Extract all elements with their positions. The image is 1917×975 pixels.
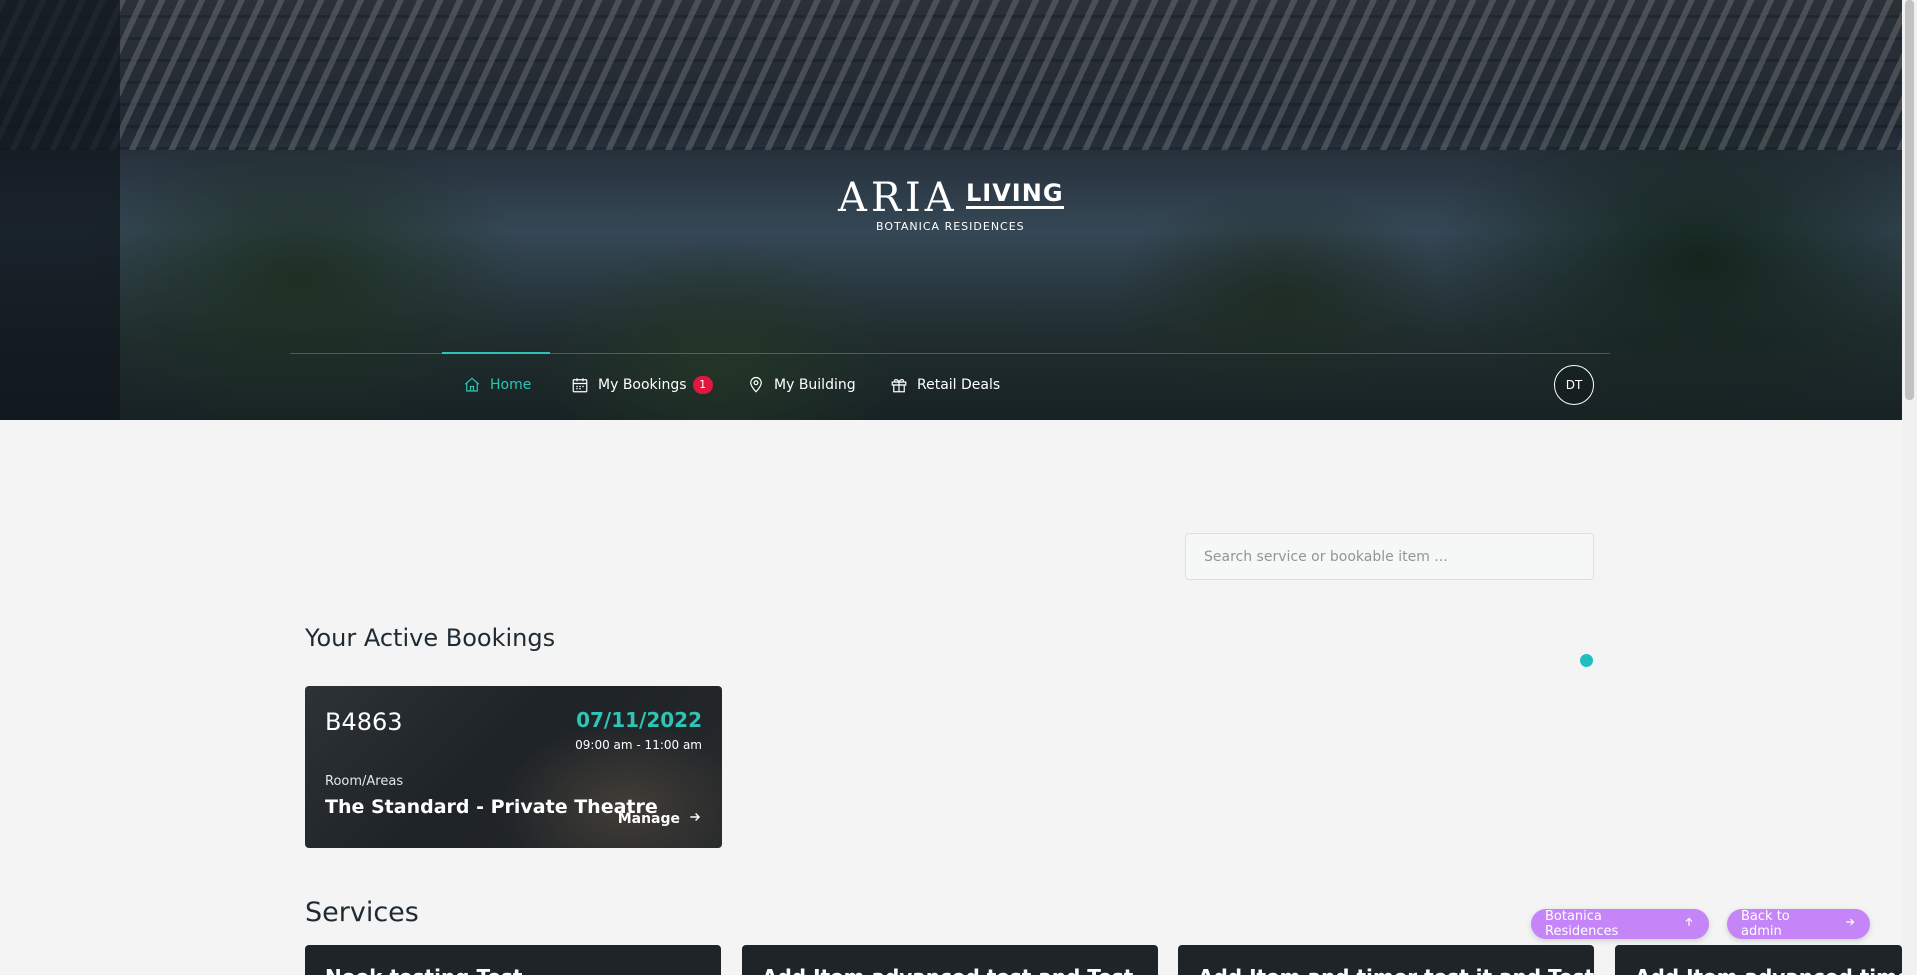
page-scrollbar[interactable] (1902, 0, 1917, 975)
service-card-title: Add Item advanced test and Test (762, 965, 1133, 975)
brand-name-living: LIVING (966, 179, 1064, 209)
arrow-right-icon (1844, 916, 1856, 932)
back-to-admin-label: Back to admin (1741, 909, 1790, 939)
gift-icon (889, 375, 909, 395)
manage-booking-link[interactable]: Manage (618, 810, 702, 828)
back-to-admin-button[interactable]: Back to admin (1727, 909, 1870, 939)
services-heading: Services (305, 897, 419, 928)
booking-card[interactable]: B4863 07/11/2022 09:00 am - 11:00 am Roo… (305, 686, 722, 848)
nav-active-indicator (442, 352, 550, 354)
booking-place-name: The Standard - Private Theatre (325, 796, 658, 818)
brand-subtitle: BOTANICA RESIDENCES (876, 220, 1025, 233)
service-card-title: Add Item advanced timer test (1635, 965, 1902, 975)
service-card[interactable]: Add Item and timer test it and Test (1178, 945, 1594, 975)
brand-name-aria: ARIA (838, 175, 958, 221)
nav-item-my-bookings[interactable]: My Bookings 1 (570, 372, 713, 398)
nav-item-home[interactable]: Home (462, 372, 531, 398)
bookings-count-badge: 1 (692, 376, 713, 394)
nav-item-my-bookings-label: My Bookings (598, 377, 687, 393)
brand-logo[interactable]: ARIA LIVING BOTANICA RESIDENCES (838, 175, 1064, 236)
location-pin-icon (746, 375, 766, 395)
manage-booking-label: Manage (617, 811, 680, 827)
home-icon (462, 375, 482, 395)
arrow-up-icon (1683, 916, 1695, 932)
nav-item-my-building-label: My Building (774, 377, 856, 393)
calendar-icon (570, 375, 590, 395)
status-dot (1580, 654, 1593, 667)
service-card[interactable]: Nook testing Test (305, 945, 721, 975)
user-avatar[interactable]: DT (1554, 365, 1594, 405)
botanica-residences-button[interactable]: Botanica Residences (1531, 909, 1709, 939)
service-card-title: Nook testing Test (325, 965, 522, 975)
nav-item-my-building[interactable]: My Building (746, 372, 856, 398)
booking-date: 07/11/2022 (576, 708, 702, 732)
arrow-right-icon (688, 810, 702, 828)
search-input[interactable] (1185, 533, 1594, 580)
booking-type: Room/Areas (325, 774, 404, 789)
service-card[interactable]: Add Item advanced timer test (1615, 945, 1902, 975)
active-bookings-heading: Your Active Bookings (305, 624, 556, 652)
nav-item-home-label: Home (490, 377, 532, 393)
service-card[interactable]: Add Item advanced test and Test (742, 945, 1158, 975)
scrollbar-thumb[interactable] (1905, 0, 1914, 400)
booking-code: B4863 (325, 708, 403, 736)
hero-banner: ARIA LIVING BOTANICA RESIDENCES Home My … (0, 0, 1902, 420)
nav-item-retail-deals[interactable]: Retail Deals (889, 372, 1000, 398)
botanica-residences-label: Botanica Residences (1545, 909, 1619, 939)
service-card-title: Add Item and timer test it and Test (1198, 965, 1594, 975)
nav-item-retail-deals-label: Retail Deals (917, 377, 1001, 393)
booking-time: 09:00 am - 11:00 am (575, 738, 702, 752)
